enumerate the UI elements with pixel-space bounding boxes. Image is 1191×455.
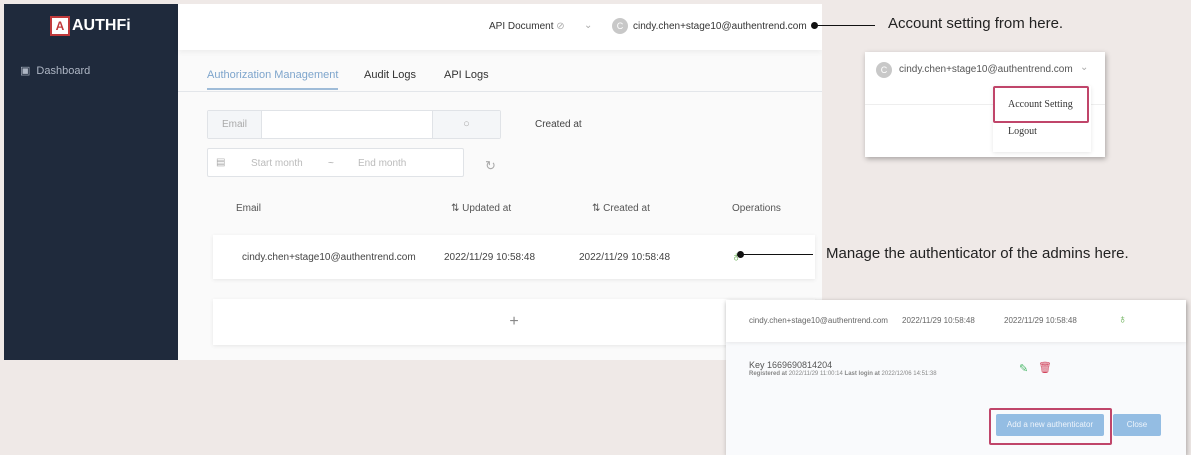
- row-created: 2022/11/29 10:58:48: [1004, 316, 1077, 325]
- user-menu[interactable]: cindy.chen+stage10@authentrend.com: [633, 21, 807, 32]
- calendar-icon: ▤: [216, 157, 226, 168]
- refresh-icon[interactable]: ↻: [485, 158, 496, 174]
- add-row-button[interactable]: +: [213, 299, 815, 345]
- annotation-line: [741, 254, 813, 255]
- registered-value: 2022/11/29 11:00:14: [788, 371, 843, 377]
- end-month-input[interactable]: End month: [358, 158, 406, 169]
- row-updated: 2022/11/29 10:58:48: [902, 316, 975, 325]
- dropdown-menu: Account Setting Logout: [993, 86, 1091, 152]
- range-separator: ~: [328, 158, 334, 169]
- authenticator-detail-callout: cindy.chen+stage10@authentrend.com 2022/…: [726, 300, 1186, 455]
- tab-api-logs[interactable]: API Logs: [444, 69, 489, 81]
- row-created: 2022/11/29 10:58:48: [579, 252, 671, 263]
- annotation-manage-authenticator: Manage the authenticator of the admins h…: [826, 245, 1129, 262]
- last-login-label: Last login at: [844, 371, 880, 377]
- user-menu[interactable]: cindy.chen+stage10@authentrend.com: [899, 64, 1073, 75]
- search-button[interactable]: ○: [432, 111, 500, 138]
- menu-item-logout[interactable]: Logout: [1008, 126, 1037, 137]
- column-header-updated[interactable]: ⇅ Updated at: [451, 203, 511, 214]
- annotation-account-setting: Account setting from here.: [888, 15, 1064, 32]
- authenticator-key: Key 1669690814204: [749, 360, 833, 370]
- key-icon[interactable]: ♁: [1118, 312, 1127, 326]
- table-row: cindy.chen+stage10@authentrend.com 2022/…: [213, 235, 815, 279]
- start-month-input[interactable]: Start month: [251, 158, 303, 169]
- table-row: cindy.chen+stage10@authentrend.com 2022/…: [726, 300, 1186, 342]
- app-screenshot: A AUTHFi ▣ Dashboard API Document ⊘ ⌄ C ci…: [4, 4, 822, 360]
- row-updated: 2022/11/29 10:58:48: [444, 252, 536, 263]
- column-header-operations: Operations: [732, 203, 781, 214]
- sidebar-item-label: Dashboard: [36, 64, 91, 77]
- created-at-label: Created at: [535, 119, 582, 130]
- logo-text: AUTHFi: [72, 17, 131, 34]
- row-email: cindy.chen+stage10@authentrend.com: [242, 252, 416, 263]
- logo-icon: A: [50, 16, 70, 36]
- menu-item-account-setting[interactable]: Account Setting: [1008, 99, 1073, 110]
- header-label: Updated at: [462, 203, 512, 214]
- registered-label: Registered at: [749, 371, 788, 377]
- tab-audit-logs[interactable]: Audit Logs: [364, 69, 416, 81]
- avatar: C: [612, 18, 628, 34]
- api-document-label: API Document: [489, 21, 554, 32]
- chevron-down-icon[interactable]: ⌄: [584, 20, 592, 31]
- email-input[interactable]: [262, 111, 432, 138]
- email-label: Email: [208, 111, 262, 138]
- tab-authorization-management[interactable]: Authorization Management: [207, 69, 339, 90]
- add-authenticator-button[interactable]: Add a new authenticator: [996, 414, 1104, 436]
- header-label: Created at: [603, 203, 650, 214]
- email-search: Email ○: [207, 110, 501, 139]
- top-header: API Document ⊘ ⌄ C cindy.chen+stage10@au…: [178, 4, 822, 50]
- edit-icon[interactable]: ✎: [1019, 362, 1028, 375]
- authenticator-meta: Registered at 2022/11/29 11:00:14 Last l…: [749, 371, 937, 377]
- link-icon: ⊘: [556, 21, 565, 32]
- chevron-down-icon: ⌄: [1080, 62, 1089, 73]
- row-email: cindy.chen+stage10@authentrend.com: [749, 316, 888, 325]
- annotation-line: [815, 25, 875, 26]
- avatar: C: [876, 62, 892, 78]
- trash-icon[interactable]: 🗑: [1038, 361, 1052, 374]
- account-dropdown-callout: C cindy.chen+stage10@authentrend.com ⌄ A…: [865, 52, 1105, 157]
- column-header-email: Email: [236, 203, 262, 214]
- sidebar-item-dashboard[interactable]: ▣ Dashboard: [20, 64, 91, 78]
- column-header-created[interactable]: ⇅ Created at: [592, 203, 650, 214]
- dashboard-icon: ▣: [20, 65, 31, 77]
- last-login-value: 2022/12/06 14:51:38: [881, 371, 937, 377]
- close-button[interactable]: Close: [1113, 414, 1161, 436]
- search-icon: ○: [463, 118, 470, 130]
- tab-bar: Authorization Management Audit Logs API …: [178, 60, 822, 92]
- sidebar: A AUTHFi ▣ Dashboard: [4, 4, 178, 360]
- logo: A AUTHFi: [50, 16, 131, 36]
- api-document-link[interactable]: API Document ⊘: [489, 21, 565, 32]
- month-range-picker[interactable]: ▤ Start month ~ End month: [207, 148, 464, 177]
